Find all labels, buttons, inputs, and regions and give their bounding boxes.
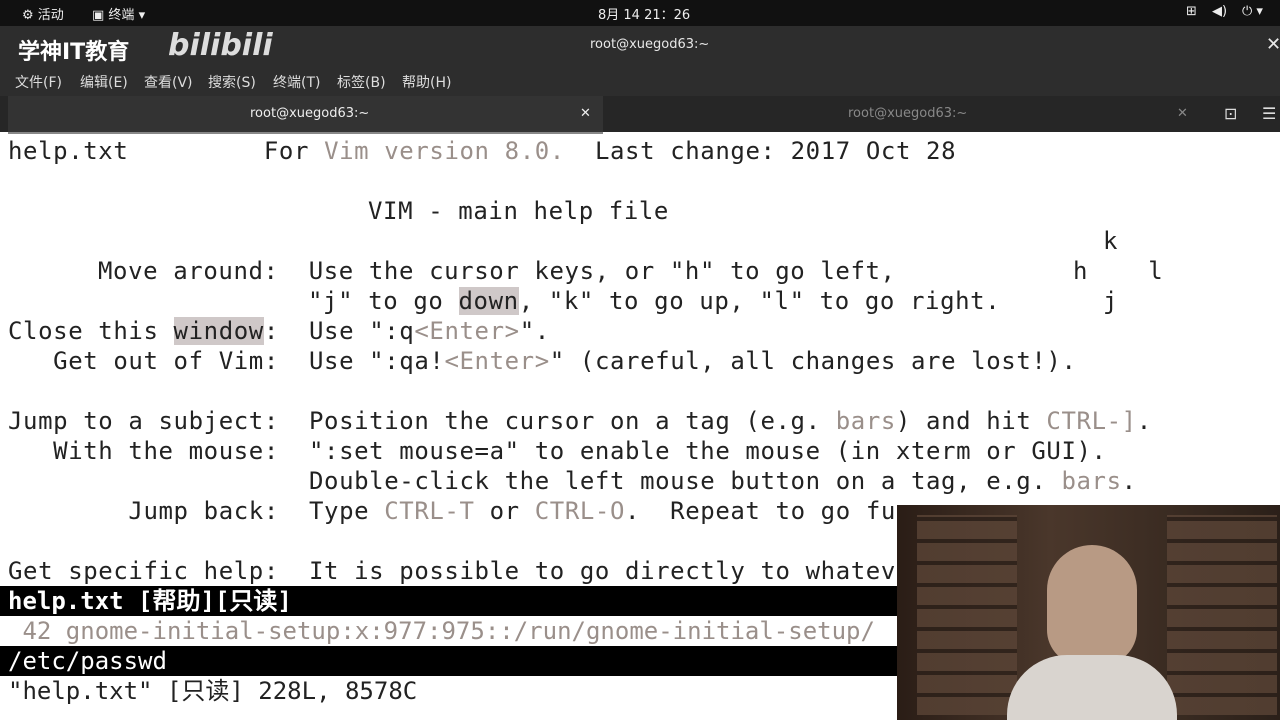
tab-inactive[interactable]: root@xuegod63:~ ✕ <box>605 96 1200 132</box>
vim-line: Get out of Vim: Use ":qa!<Enter>" (caref… <box>8 347 1077 375</box>
tab-close-icon[interactable]: ✕ <box>1177 96 1188 132</box>
menu-terminal[interactable]: 终端(T) <box>273 72 320 92</box>
vim-line: h l <box>1073 257 1164 285</box>
presenter-figure <box>1047 545 1137 665</box>
webcam-overlay <box>897 505 1280 720</box>
vim-line: VIM - main help file <box>368 197 669 225</box>
menu-file[interactable]: 文件(F) <box>15 72 62 92</box>
tab-bar: root@xuegod63:~ ✕ root@xuegod63:~ ✕ ⊡ ☰ <box>0 96 1280 135</box>
vim-line: "j" to go down, "k" to go up, "l" to go … <box>308 287 1001 315</box>
tab-label: root@xuegod63:~ <box>848 106 968 121</box>
tab-active[interactable]: root@xuegod63:~ ✕ <box>8 96 603 135</box>
menu-tabs[interactable]: 标签(B) <box>337 72 386 92</box>
clock[interactable]: 8月 14 21：26 <box>598 4 690 23</box>
window-title: root@xuegod63:~ <box>590 37 710 52</box>
terminal-app-menu[interactable]: ▣ 终端 ▾ <box>92 4 145 23</box>
tab-label: root@xuegod63:~ <box>250 106 370 121</box>
menu-help[interactable]: 帮助(H) <box>402 72 451 92</box>
vim-line: Double-click the left mouse button on a … <box>8 467 1137 495</box>
brand-logo: 学神IT教育 <box>18 40 130 65</box>
power-icon[interactable]: ⏻ ▾ <box>1242 4 1263 19</box>
system-top-bar: ⚙ 活动 ▣ 终端 ▾ 8月 14 21：26 ⊞ ◀) ⏻ ▾ <box>0 0 1280 26</box>
network-icon[interactable]: ⊞ <box>1186 4 1197 19</box>
menu-bar: 文件(F) 编辑(E) 查看(V) 搜索(S) 终端(T) 标签(B) 帮助(H… <box>0 66 1280 96</box>
window-title-bar: 学神IT教育 bilibili root@xuegod63:~ ✕ <box>0 26 1280 66</box>
vim-line: help.txt For Vim version 8.0. Last chang… <box>8 137 957 165</box>
activities-button[interactable]: ⚙ 活动 <box>22 4 64 23</box>
tab-close-icon[interactable]: ✕ <box>580 96 591 132</box>
vim-line: Jump to a subject: Position the cursor o… <box>8 407 1152 435</box>
vim-line: Close this window: Use ":q<Enter>". <box>8 317 550 345</box>
vim-line: With the mouse: ":set mouse=a" to enable… <box>8 437 1107 465</box>
vim-line: j <box>1103 287 1119 315</box>
new-tab-icon[interactable]: ⊡ <box>1224 104 1237 123</box>
vim-line: Get specific help: It is possible to go … <box>8 557 911 585</box>
close-icon[interactable]: ✕ <box>1266 34 1280 55</box>
vim-line: Jump back: Type CTRL-T or CTRL-O. Repeat… <box>8 497 896 525</box>
bilibili-logo: bilibili <box>168 28 273 63</box>
tab-menu-icon[interactable]: ☰ <box>1262 104 1276 123</box>
volume-icon[interactable]: ◀) <box>1212 4 1227 19</box>
vim-line: k <box>1103 227 1119 255</box>
menu-edit[interactable]: 编辑(E) <box>80 72 128 92</box>
menu-view[interactable]: 查看(V) <box>144 72 193 92</box>
menu-search[interactable]: 搜索(S) <box>208 72 256 92</box>
vim-line: Move around: Use the cursor keys, or "h"… <box>98 257 896 285</box>
